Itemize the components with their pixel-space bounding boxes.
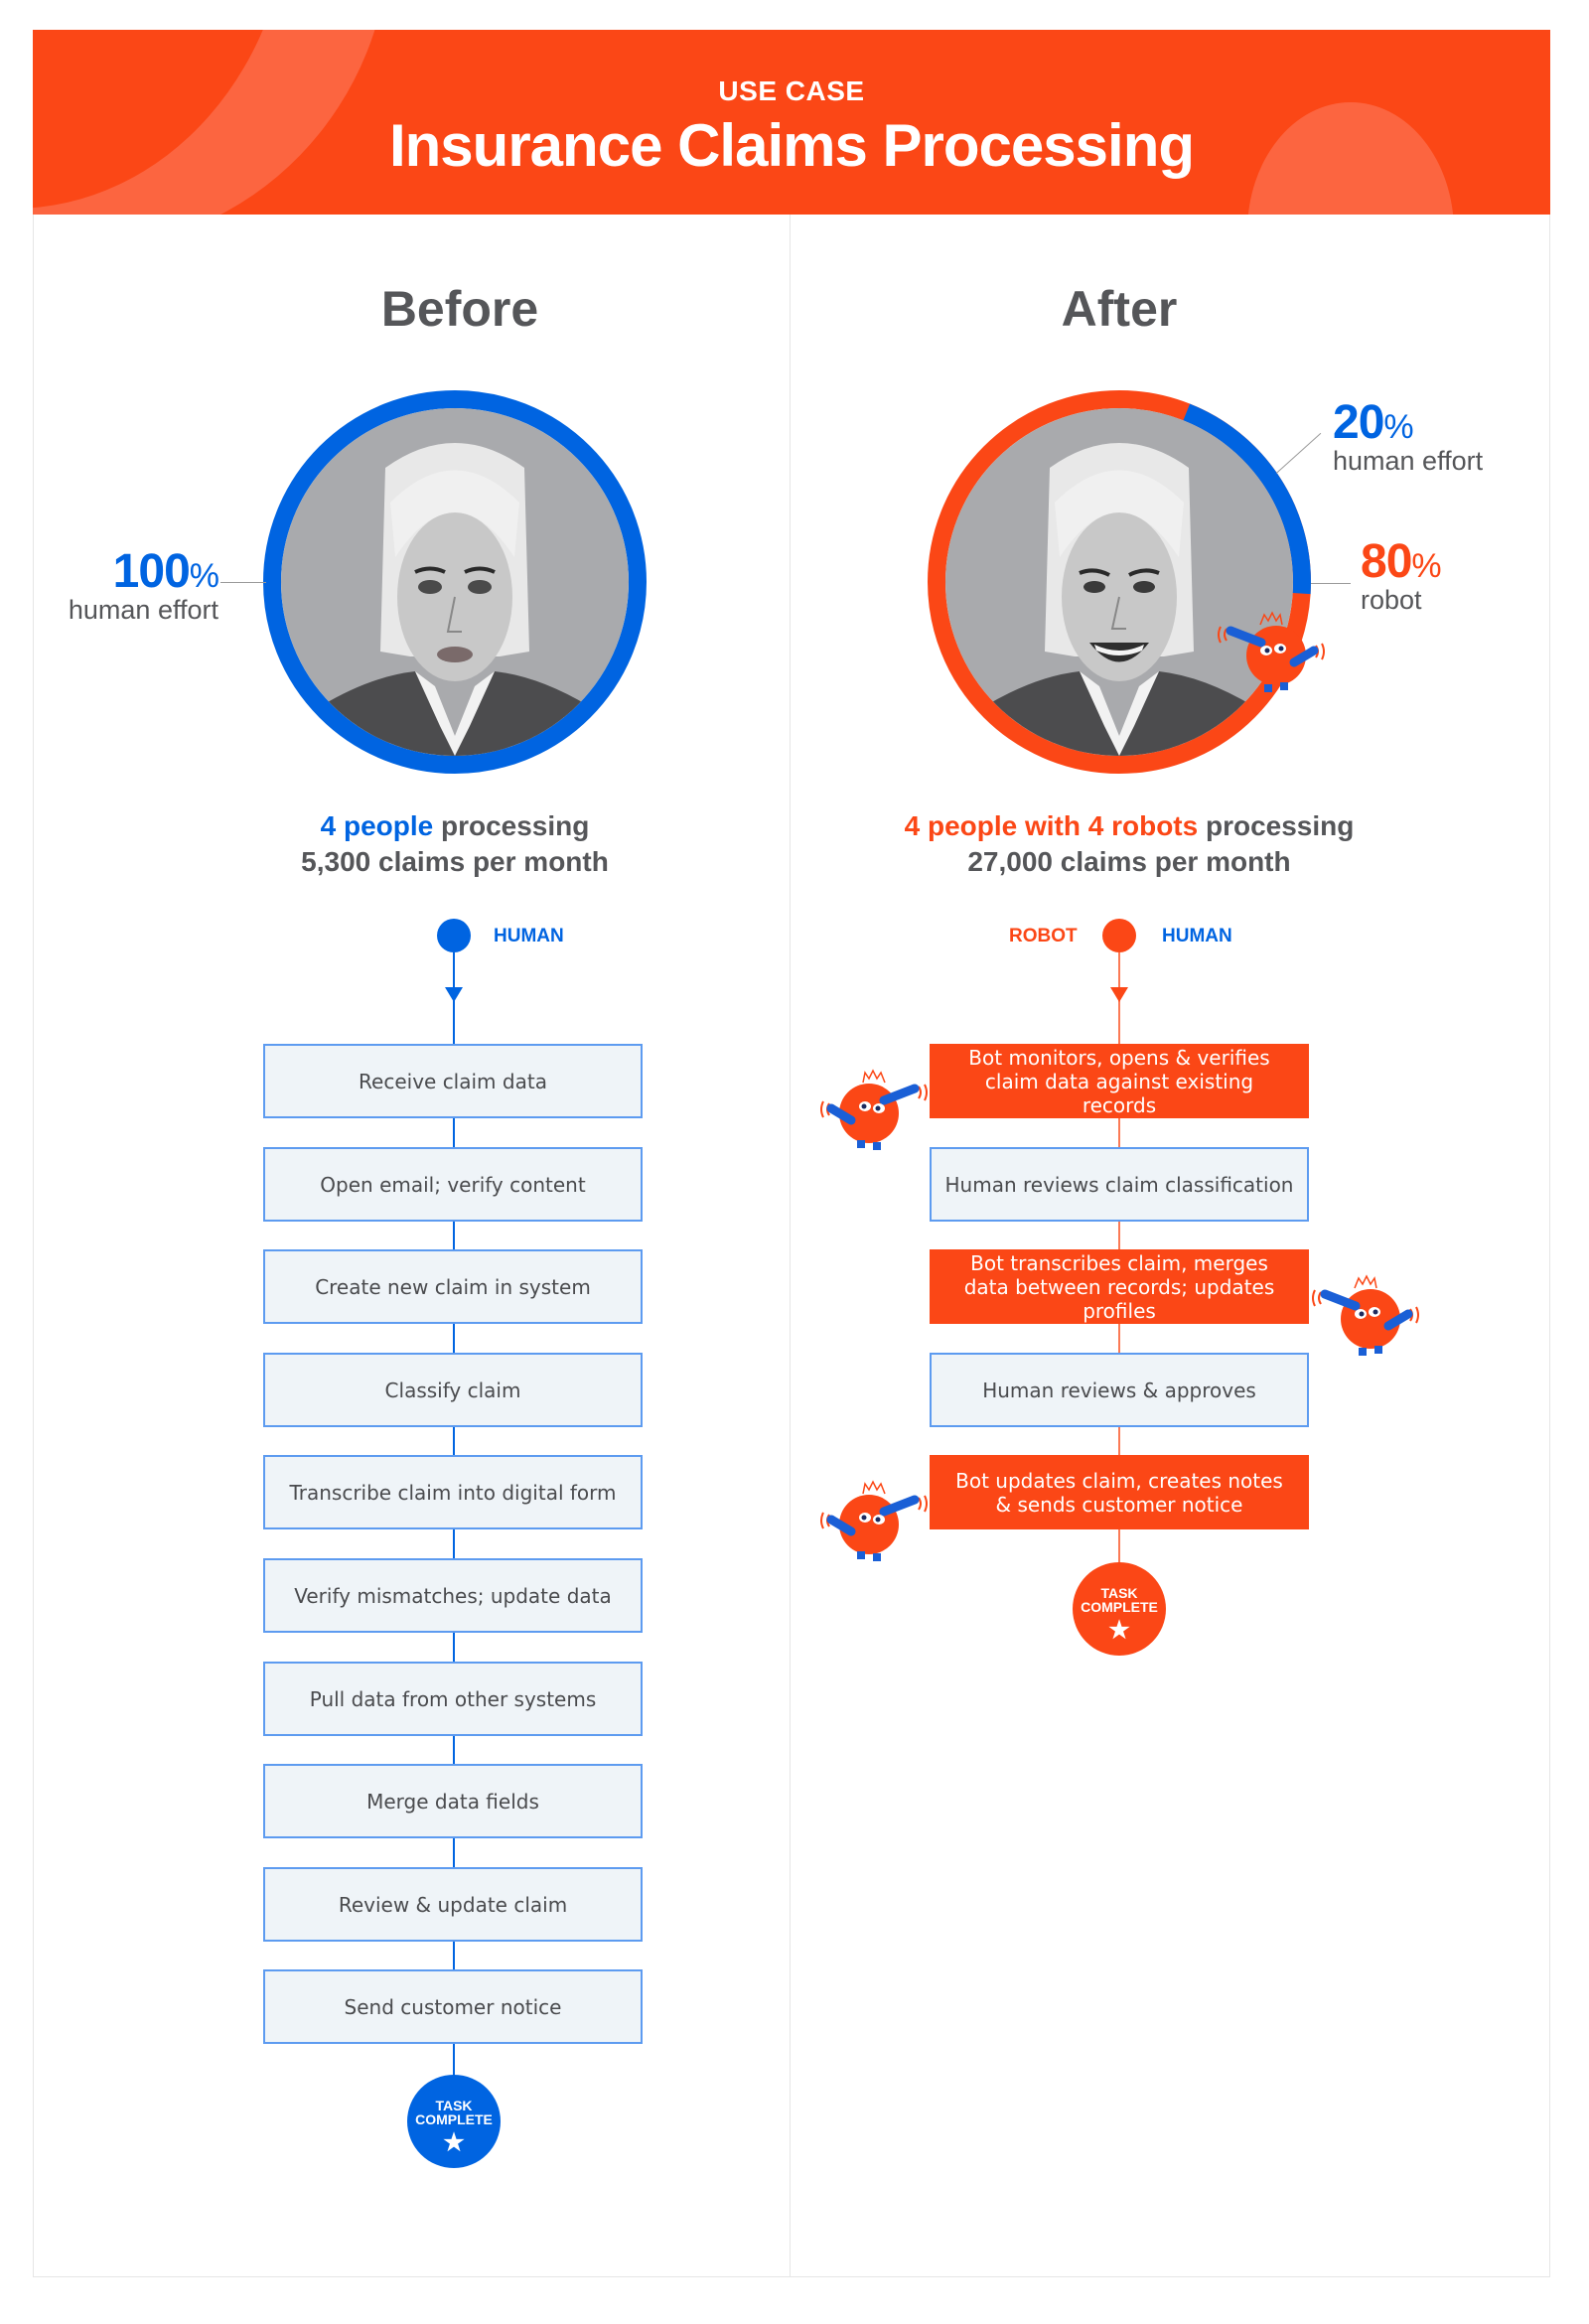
bot-step-box: Bot transcribes claim, merges data betwe… [930, 1249, 1309, 1324]
caption-line2: 27,000 claims per month [967, 846, 1291, 877]
step-text: Bot transcribes claim, merges data betwe… [963, 1250, 1275, 1323]
flow-arrow-icon [1110, 987, 1128, 1002]
robot-mascot-icon [1312, 1274, 1419, 1356]
robot-marker [1102, 919, 1136, 952]
page-title: Insurance Claims Processing [388, 112, 1195, 179]
stat-unit: % [1411, 547, 1441, 585]
badge-line1: TASK [1100, 1585, 1138, 1601]
caption-text: processing [1198, 810, 1355, 841]
stat-unit: % [189, 557, 219, 595]
stat-value: 80 [1361, 535, 1412, 588]
stat-label: robot [1361, 585, 1422, 615]
star-icon: ★ [443, 2129, 465, 2156]
step-text: Verify mismatches; update data [294, 1583, 612, 1608]
caption-highlight: 4 people with 4 robots [904, 810, 1199, 841]
human-step-box: Receive claim data [263, 1044, 643, 1118]
before-stat-leader [220, 582, 266, 583]
badge-line2: COMPLETE [1081, 1599, 1158, 1615]
badge-line1: TASK [435, 2098, 473, 2113]
robot-mascot-icon [820, 1069, 928, 1150]
step-text: Receive claim data [359, 1069, 547, 1093]
bot-step-box: Bot updates claim, creates notes & sends… [930, 1455, 1309, 1529]
task-complete-badge: TASK COMPLETE ★ [1073, 1562, 1166, 1656]
task-complete-badge: TASK COMPLETE ★ [407, 2075, 501, 2168]
step-text: Bot monitors, opens & verifies claim dat… [968, 1045, 1270, 1117]
after-robot-leader [1311, 583, 1351, 584]
after-heading: After [1061, 281, 1178, 337]
star-icon: ★ [1108, 1617, 1130, 1644]
after-caption: 4 people with 4 robots processing 27,000… [752, 808, 1507, 880]
robot-mascot-icon [1218, 611, 1325, 692]
infographic-card [33, 30, 1550, 2277]
human-step-box: Transcribe claim into digital form [263, 1455, 643, 1529]
step-text: Classify claim [384, 1378, 521, 1402]
human-step-box: Open email; verify content [263, 1147, 643, 1222]
step-text: Human reviews claim classification [944, 1172, 1294, 1197]
stat-unit: % [1383, 408, 1413, 446]
human-step-box: Human reviews claim classification [930, 1147, 1309, 1222]
portrait-unhappy [281, 408, 629, 756]
stat-label: human effort [1333, 446, 1484, 476]
badge-line2: COMPLETE [415, 2111, 493, 2127]
human-step-box: Pull data from other systems [263, 1662, 643, 1736]
step-text: Review & update claim [338, 1892, 568, 1917]
before-stat: 100% human effort [40, 544, 219, 626]
step-text: Merge data fields [366, 1789, 539, 1814]
step-text: Pull data from other systems [309, 1686, 597, 1711]
step-text: Send customer notice [344, 1994, 562, 2019]
stat-value: 100 [112, 545, 191, 598]
legend-robot: ROBOT [1009, 926, 1078, 946]
bot-step-box: Bot monitors, opens & verifies claim dat… [930, 1044, 1309, 1118]
human-step-box: Merge data fields [263, 1764, 643, 1838]
robot-mascot-icon [820, 1480, 928, 1561]
before-heading: Before [380, 281, 539, 337]
before-caption: 4 people processing 5,300 claims per mon… [77, 808, 832, 880]
human-step-box: Send customer notice [263, 1969, 643, 2044]
column-divider [790, 215, 791, 2277]
stat-value: 20 [1333, 396, 1384, 449]
header-banner: USE CASE Insurance Claims Processing [33, 30, 1550, 215]
stat-label: human effort [68, 595, 218, 625]
after-human-stat: 20% human effort [1333, 395, 1483, 477]
caption-text: processing [433, 810, 590, 841]
caption-line2: 5,300 claims per month [301, 846, 609, 877]
human-step-box: Verify mismatches; update data [263, 1558, 643, 1633]
flow-arrow-icon [445, 987, 463, 1002]
eyebrow-label: USE CASE [718, 75, 865, 106]
step-text: Human reviews & approves [982, 1378, 1256, 1402]
caption-highlight: 4 people [320, 810, 434, 841]
legend-human: HUMAN [1162, 926, 1232, 946]
after-robot-stat: 80% robot [1361, 534, 1442, 616]
human-step-box: Human reviews & approves [930, 1353, 1309, 1427]
step-text: Transcribe claim into digital form [289, 1480, 617, 1505]
human-step-box: Review & update claim [263, 1867, 643, 1942]
flow-line [453, 952, 455, 2124]
step-text: Create new claim in system [315, 1274, 591, 1299]
portrait-happy [945, 408, 1293, 756]
human-step-box: Create new claim in system [263, 1249, 643, 1324]
human-step-box: Classify claim [263, 1353, 643, 1427]
step-text: Open email; verify content [320, 1172, 586, 1197]
human-marker [437, 919, 471, 952]
legend-human: HUMAN [494, 926, 564, 946]
step-text: Bot updates claim, creates notes & sends… [955, 1468, 1283, 1517]
